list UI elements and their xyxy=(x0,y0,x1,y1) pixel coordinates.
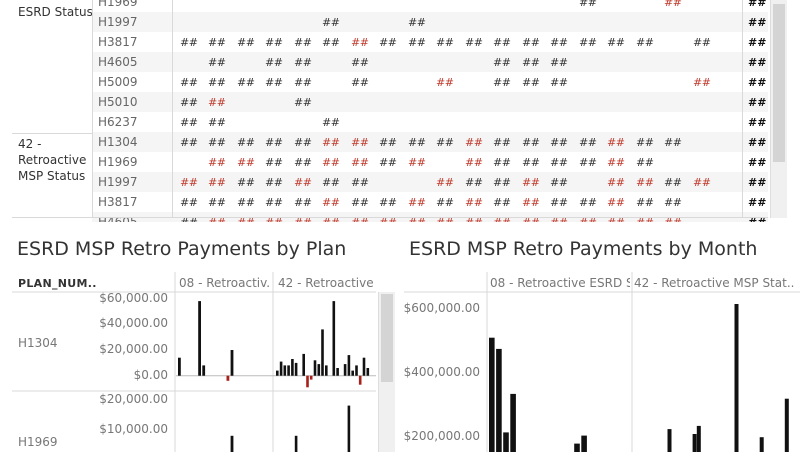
month-bar xyxy=(784,398,789,452)
month-bar xyxy=(692,434,697,452)
month-chart-svg xyxy=(404,272,800,452)
month-bar xyxy=(734,304,739,452)
month-bar xyxy=(503,432,509,452)
month-bar xyxy=(496,348,502,452)
month-bar xyxy=(696,425,701,452)
month-bar xyxy=(574,443,580,452)
month-bar xyxy=(510,393,516,452)
month-bar xyxy=(489,337,495,452)
month-bar xyxy=(667,429,672,452)
